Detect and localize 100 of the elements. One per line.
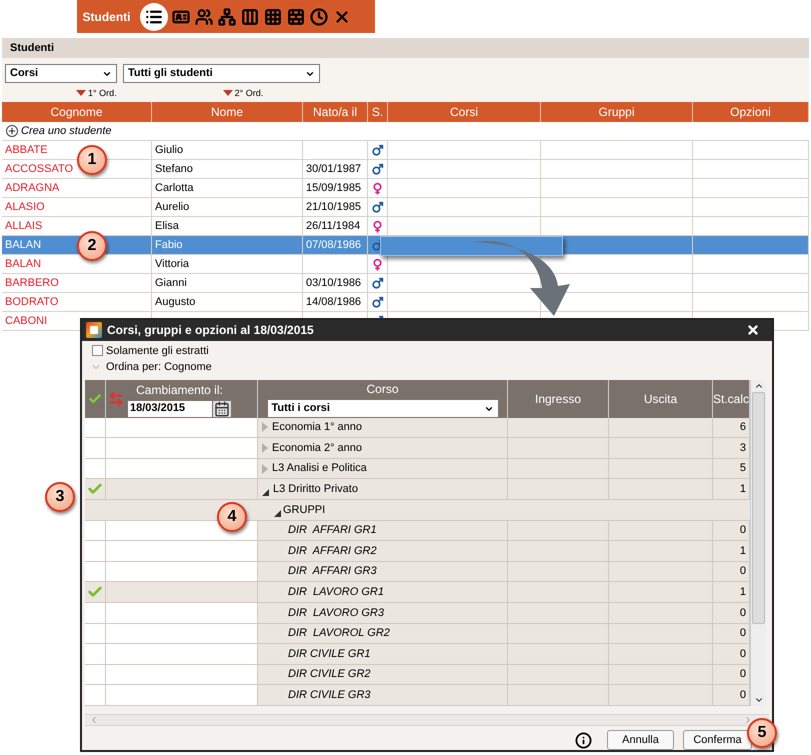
check-cell[interactable]	[85, 644, 106, 665]
checkbox[interactable]	[92, 345, 103, 356]
column-header[interactable]: Nome	[152, 102, 303, 122]
change-label: Cambiamento il:	[136, 382, 223, 399]
surname-cell-text: BODRATO	[5, 294, 58, 310]
student-row[interactable]: ADRAGNA Carlotta 15/09/1985	[2, 179, 809, 198]
dialog-title: Corsi, gruppi e opzioni al 18/03/2015	[107, 322, 315, 340]
course-row[interactable]: DIR AFFARI GR2 1	[85, 541, 750, 562]
course-row[interactable]: Economia 2° anno 3	[85, 438, 750, 459]
surname-cell-text: BARBERO	[5, 276, 59, 291]
column-header[interactable]: St.calc	[713, 390, 750, 408]
course-row[interactable]: DIR CIVILE GR3 0	[85, 685, 750, 706]
swap-arrows-icon	[108, 390, 124, 407]
check-cell[interactable]	[85, 520, 106, 542]
course-name: Economia 2° anno	[272, 440, 362, 456]
count-cell-text: 3	[740, 440, 746, 456]
student-row[interactable]: ALLAIS Elisa 26/11/1984	[2, 217, 809, 236]
group-name: DIR CIVILE GR3	[288, 688, 371, 703]
count-cell-text: 5	[740, 461, 746, 476]
count-cell-text: 0	[740, 523, 746, 538]
surname-cell-text: ALASIO	[5, 200, 45, 215]
student-row[interactable]: BARBERO Gianni 03/10/1986	[2, 274, 809, 293]
column-header[interactable]: Opzioni	[693, 102, 809, 122]
column-header[interactable]: Cognome	[2, 102, 152, 122]
section-label: GRUPPI	[283, 502, 326, 518]
column-header[interactable]: S.	[368, 102, 388, 122]
card-icon	[172, 8, 190, 26]
group-name: DIR AFFARI GR2	[288, 544, 377, 559]
surname-cell-text: BALAN	[5, 256, 42, 272]
date-field[interactable]: 18/03/2015	[128, 400, 212, 417]
column-header[interactable]: Corso	[366, 380, 398, 398]
create-student-link[interactable]: Crea uno studente	[21, 122, 112, 140]
student-row[interactable]: ALASIO Aurelio 21/10/1985	[2, 198, 809, 217]
course-row[interactable]: DIR LAVOROL GR2 0	[85, 624, 750, 644]
check-cell[interactable]	[85, 438, 106, 459]
plus-icon	[6, 125, 18, 137]
count-cell-text: 1	[740, 584, 746, 600]
surname-cell-text: CABONI	[5, 314, 48, 329]
name-cell-text: Augusto	[155, 294, 196, 310]
horizontal-scrollbar[interactable]	[85, 714, 769, 726]
name-cell-text: Elisa	[155, 218, 179, 234]
grid-icon	[264, 8, 282, 26]
course-name: L3 Analisi e Politica	[272, 461, 367, 476]
check-cell[interactable]	[85, 541, 106, 562]
course-name: L3 Driritto Privato	[273, 482, 358, 498]
group-name: DIR CIVILE GR1	[288, 646, 371, 662]
vertical-scrollbar[interactable]	[750, 380, 766, 706]
surname-cell-text: ALLAIS	[5, 218, 42, 234]
column-header[interactable]: Nato/a il	[303, 102, 368, 122]
name-cell-text: Vittoria	[155, 256, 190, 272]
check-cell[interactable]	[85, 562, 106, 582]
toolbar-button[interactable]	[140, 2, 168, 30]
birthdate-cell-text: 07/08/1986	[306, 238, 362, 253]
close-icon[interactable]	[746, 323, 760, 338]
column-header[interactable]: Gruppi	[541, 102, 693, 122]
tree-icon	[218, 8, 236, 26]
name-cell-text: Fabio	[155, 238, 183, 253]
column-header[interactable]: Ingresso	[534, 390, 582, 408]
check-cell[interactable]	[85, 458, 106, 480]
course-dropdown[interactable]: Tutti i corsi	[268, 400, 498, 418]
course-row[interactable]: DIR LAVORO GR1 1	[85, 582, 750, 604]
course-row[interactable]: Economia 1° anno 6	[85, 418, 750, 438]
surname-cell-text: BALAN	[5, 238, 42, 253]
check-cell[interactable]	[85, 479, 106, 500]
course-row[interactable]: DIR AFFARI GR1 0	[85, 520, 750, 542]
column-header[interactable]: Uscita	[644, 390, 678, 408]
check-cell[interactable]	[85, 685, 106, 706]
check-cell[interactable]	[85, 603, 106, 624]
group-name: DIR AFFARI GR1	[288, 523, 377, 538]
course-row[interactable]: L3 Analisi e Politica 5	[85, 458, 750, 480]
filter-dropdown[interactable]: Tutti gli studenti	[123, 64, 320, 83]
filter-dropdown[interactable]: Corsi	[5, 64, 117, 83]
check-icon	[88, 392, 102, 406]
course-row[interactable]: DIR CIVILE GR2 0	[85, 664, 750, 686]
count-cell-text: 6	[740, 420, 746, 436]
course-row[interactable]: DIR CIVILE GR1 0	[85, 644, 750, 665]
dialog-button[interactable]: Annulla	[607, 730, 674, 750]
surname-cell-text: ACCOSSATO	[5, 162, 74, 177]
student-row[interactable]: BODRATO Augusto 14/08/1986	[2, 293, 809, 312]
toolbar-title: Studenti	[82, 8, 130, 26]
group-name: DIR LAVORO GR1	[288, 584, 384, 600]
course-row[interactable]: DIR AFFARI GR3 0	[85, 562, 750, 582]
column-header[interactable]: Corsi	[388, 102, 541, 122]
course-row[interactable]: DIR LAVORO GR3 0	[85, 603, 750, 624]
people-icon	[194, 8, 212, 26]
course-row[interactable]: L3 Driritto Privato 1	[85, 479, 750, 500]
check-cell[interactable]	[85, 664, 106, 686]
name-cell-text: Giulio	[155, 142, 184, 158]
birthdate-cell-text: 03/10/1986	[306, 276, 362, 291]
student-row[interactable]: BALAN Vittoria	[2, 255, 809, 274]
count-cell-text: 0	[740, 667, 746, 682]
count-cell-text: 1	[740, 482, 746, 498]
dialog-button[interactable]: Conferma	[683, 730, 752, 750]
panel-title: Studenti	[10, 40, 54, 56]
check-cell[interactable]	[85, 624, 106, 644]
calendar-icon[interactable]	[213, 400, 231, 417]
check-cell[interactable]	[85, 418, 106, 438]
check-cell[interactable]	[85, 582, 106, 604]
info-icon[interactable]	[575, 732, 592, 748]
name-cell-text: Stefano	[155, 162, 193, 177]
